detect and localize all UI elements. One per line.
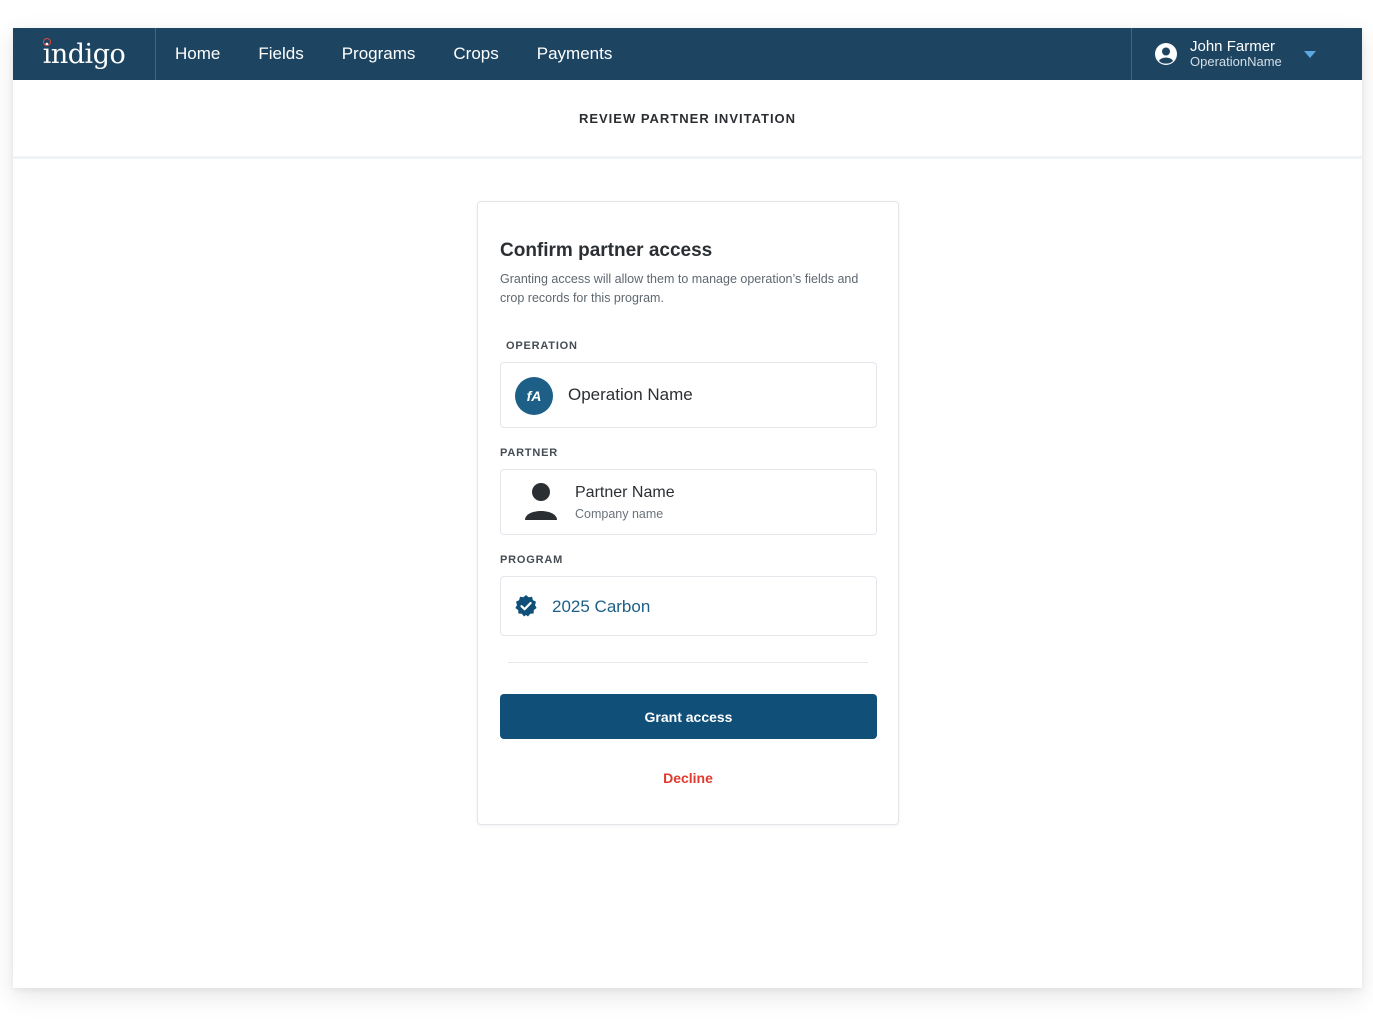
user-menu[interactable]: John Farmer OperationName — [1131, 28, 1362, 80]
chevron-down-icon[interactable] — [1303, 50, 1316, 58]
operation-name: Operation Name — [568, 385, 693, 404]
card-title: Confirm partner access — [500, 240, 713, 261]
operation-avatar: fA — [515, 377, 553, 415]
program-box: 2025 Carbon — [500, 576, 877, 636]
nav-item-programs[interactable]: Programs — [342, 44, 416, 64]
decline-button[interactable]: Decline — [478, 770, 898, 786]
user-name: John Farmer — [1190, 37, 1276, 55]
card-description: Granting access will allow them to manag… — [500, 272, 859, 305]
partner-label: PARTNER — [500, 447, 558, 459]
program-label: PROGRAM — [500, 554, 564, 566]
partner-name: Partner Name — [575, 484, 675, 501]
app-window: indigo Home Fields Programs Crops Paymen… — [13, 28, 1362, 988]
logo-text: indigo — [42, 38, 126, 70]
logo[interactable]: indigo — [13, 28, 156, 80]
confirm-access-card: Confirm partner access Granting access w… — [477, 201, 899, 825]
user-circle-icon — [1155, 43, 1177, 65]
main-nav: Home Fields Programs Crops Payments — [156, 28, 631, 80]
divider — [508, 662, 868, 663]
logo-dot-icon — [43, 38, 51, 46]
nav-item-home[interactable]: Home — [175, 44, 220, 64]
user-operation: OperationName — [1190, 54, 1282, 70]
top-navigation-bar: indigo Home Fields Programs Crops Paymen… — [13, 28, 1362, 80]
user-info: John Farmer OperationName — [1190, 38, 1282, 70]
page-header: REVIEW PARTNER INVITATION — [13, 80, 1362, 159]
operation-box: fA Operation Name — [500, 362, 877, 428]
person-icon — [525, 483, 557, 520]
verified-badge-icon — [515, 595, 537, 617]
nav-item-payments[interactable]: Payments — [537, 44, 613, 64]
partner-box: Partner Name Company name — [500, 469, 877, 535]
operation-label: OPERATION — [506, 340, 578, 352]
nav-item-fields[interactable]: Fields — [258, 44, 303, 64]
program-name: 2025 Carbon — [552, 597, 651, 616]
grant-access-button[interactable]: Grant access — [500, 694, 877, 739]
nav-item-crops[interactable]: Crops — [453, 44, 498, 64]
partner-company: Company name — [575, 507, 664, 521]
page-title: REVIEW PARTNER INVITATION — [578, 110, 797, 126]
